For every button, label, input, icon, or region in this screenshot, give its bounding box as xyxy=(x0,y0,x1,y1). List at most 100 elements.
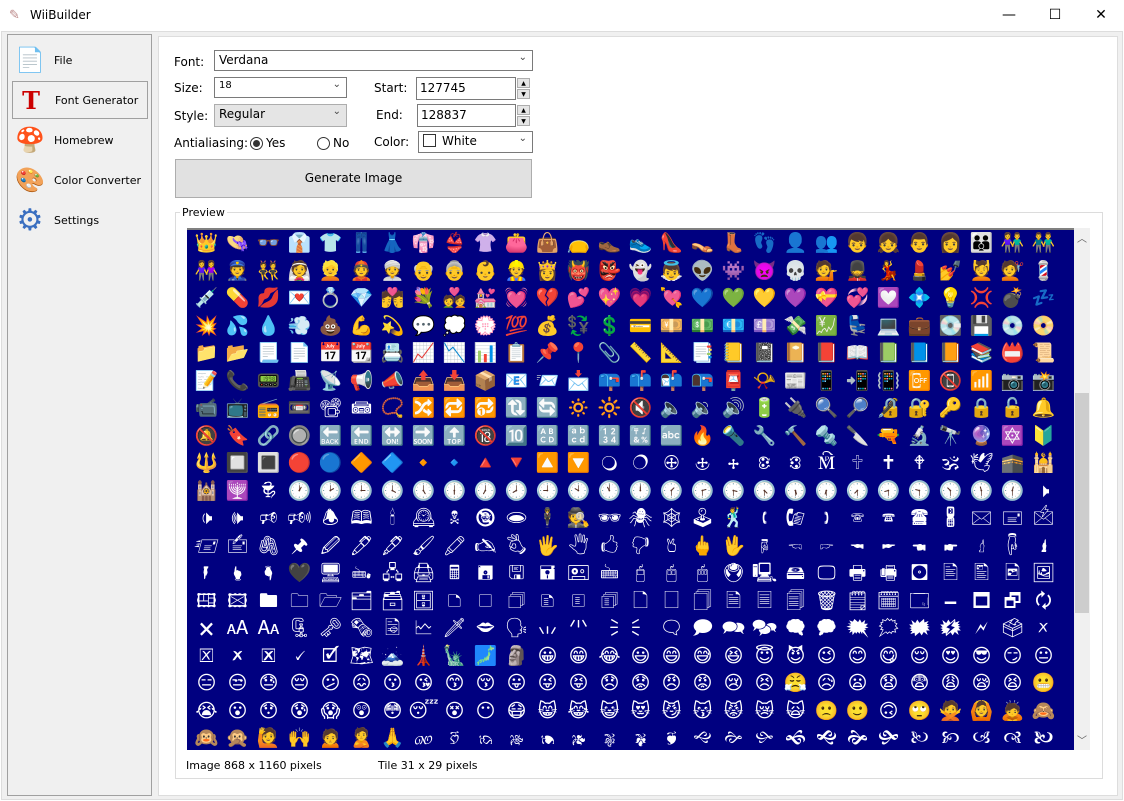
glyph-cell: 🗦 xyxy=(599,617,619,639)
glyph-cell: 💪 xyxy=(349,314,374,337)
glyph-cell: 📂 xyxy=(225,342,250,364)
glyph-cell: 🔇 xyxy=(628,397,653,419)
glyph-cell: 💰 xyxy=(535,314,560,337)
glyph-cell: 🕖 xyxy=(473,479,498,502)
glyph-cell: 👦 xyxy=(845,232,870,254)
glyph-cell: 🖻 xyxy=(1004,562,1021,584)
glyph-cell: 📊 xyxy=(473,342,498,364)
glyph-cell: 🖤 xyxy=(287,562,312,584)
start-up-button[interactable]: ▲ xyxy=(517,78,530,88)
app-icon: ✎ xyxy=(9,8,20,23)
maximize-button[interactable]: ☐ xyxy=(1032,0,1078,31)
color-select[interactable]: White ⌄ xyxy=(418,131,533,153)
glyph-cell: 😷 xyxy=(506,699,527,722)
glyph-cell: 😧 xyxy=(878,672,899,694)
glyph-cell: 💸 xyxy=(783,314,808,337)
glyph-cell: 📴 xyxy=(907,369,932,392)
glyph-cell: 🗒 xyxy=(845,589,870,612)
glyph-cell: 👹 xyxy=(566,259,591,282)
end-up-button[interactable]: ▲ xyxy=(517,105,530,115)
glyph-cell: 🔪 xyxy=(845,424,870,447)
glyph-cell: 🗫 xyxy=(751,617,778,639)
size-select[interactable]: 18 ⌄ xyxy=(214,77,347,98)
glyph-cell: 💊 xyxy=(225,287,250,309)
glyph-cell: 🖀 xyxy=(910,507,929,529)
glyph-cell: 🕯 xyxy=(389,507,396,529)
glyph-cell: 🙑 xyxy=(449,727,460,749)
glyph-cell: 👞 xyxy=(597,232,622,254)
glyph-cell: 👙 xyxy=(442,232,467,254)
sidebar-item-homebrew[interactable]: 🍄 Homebrew xyxy=(12,121,148,159)
glyph-cell: 🖦 xyxy=(351,562,371,584)
glyph-cell: 👶 xyxy=(473,259,498,282)
glyph-cell: 💧 xyxy=(256,314,281,337)
glyph-cell: 🔘 xyxy=(287,424,312,447)
font-select[interactable]: Verdana ⌄ xyxy=(214,50,533,71)
glyph-cell: 📽 xyxy=(318,397,343,419)
scroll-up-icon[interactable]: ︿ xyxy=(1074,230,1090,246)
glyph-cell: 🔾 xyxy=(601,452,618,474)
sidebar-item-settings[interactable]: ⚙ Settings xyxy=(12,201,148,239)
glyph-cell: 👧 xyxy=(876,232,901,254)
glyph-cell: 💽 xyxy=(938,314,963,337)
end-input[interactable]: 128837 xyxy=(417,104,516,127)
glyph-cell: 🕉 xyxy=(941,452,960,474)
glyph-cell: 🙗 xyxy=(634,727,647,749)
glyph-cell: 💕 xyxy=(566,287,591,309)
glyph-cell: 🗣 xyxy=(504,617,529,639)
glyph-cell: 👖 xyxy=(349,232,374,254)
glyph-cell: 😗 xyxy=(382,672,403,694)
end-down-button[interactable]: ▼ xyxy=(517,116,530,126)
glyph-cell: 👾 xyxy=(721,259,746,282)
glyph-cell: 📼 xyxy=(287,397,312,419)
glyph-cell: 🕔 xyxy=(411,479,436,502)
scroll-down-icon[interactable]: ﹀ xyxy=(1074,732,1090,748)
glyph-cell: 🕂 xyxy=(727,452,740,474)
glyph-cell: 🗙 xyxy=(199,617,214,639)
preview-scrollbar[interactable]: ︿ ﹀ xyxy=(1074,228,1090,750)
generate-image-button[interactable]: Generate Image xyxy=(175,159,532,198)
glyph-cell: 🙣 xyxy=(1003,727,1022,749)
glyph-cell: 😣 xyxy=(754,672,775,694)
glyph-cell: 😏 xyxy=(1002,644,1023,667)
start-input[interactable]: 127745 xyxy=(416,77,516,100)
glyph-cell: 📝 xyxy=(194,369,219,392)
scroll-thumb[interactable] xyxy=(1075,393,1089,613)
minimize-button[interactable]: — xyxy=(986,0,1032,31)
glyph-cell: 🕊 xyxy=(969,452,994,474)
style-select[interactable]: Regular ⌄ xyxy=(214,104,347,127)
antialias-yes-radio[interactable]: Yes xyxy=(250,136,285,150)
glyph-cell: 🖧 xyxy=(381,562,404,584)
glyph-cell: 🔣 xyxy=(628,424,653,447)
glyph-cell: 🖶 xyxy=(848,562,867,584)
antialias-no-radio[interactable]: No xyxy=(317,136,349,150)
glyph-cell: 🗳 xyxy=(1000,617,1025,639)
sidebar-item-file[interactable]: 📄 File xyxy=(12,41,148,79)
glyph-cell: 💤 xyxy=(1031,287,1056,309)
glyph-cell: 🕟 xyxy=(752,479,777,502)
sidebar-item-color-converter[interactable]: 🎨 Color Converter xyxy=(12,161,148,199)
glyph-cell: 😛 xyxy=(506,672,527,694)
glyph-cell: 👫 xyxy=(1000,232,1025,254)
glyph-cell: 💑 xyxy=(442,287,467,309)
glyph-cell: 😾 xyxy=(723,699,744,722)
style-label: Style: xyxy=(174,109,209,123)
glyph-cell: 🔚 xyxy=(349,424,374,447)
glyph-cell: 🖆 xyxy=(226,534,249,557)
glyph-cell: 🗘 xyxy=(1035,589,1052,612)
glyph-cell: 📒 xyxy=(721,342,746,364)
close-button[interactable]: ✕ xyxy=(1078,0,1124,31)
glyph-cell: 🖗 xyxy=(760,534,769,557)
glyph-cell: 😻 xyxy=(630,699,651,722)
glyph-cell: 💖 xyxy=(597,287,622,309)
glyph-cell: 🗠 xyxy=(413,617,434,639)
glyph-cell: 🗻 xyxy=(380,644,405,667)
glyph-cell: 🖘 xyxy=(788,534,803,557)
glyph-cell: 🖑 xyxy=(568,534,589,557)
sidebar-item-font-generator[interactable]: T Font Generator xyxy=(12,81,148,119)
start-down-button[interactable]: ▼ xyxy=(517,89,530,99)
glyph-cell: 📥 xyxy=(442,369,467,392)
glyph-cell: 🕠 xyxy=(783,479,808,502)
glyph-cell: 🔒 xyxy=(969,397,994,419)
glyph-cell: 📐 xyxy=(659,342,684,364)
